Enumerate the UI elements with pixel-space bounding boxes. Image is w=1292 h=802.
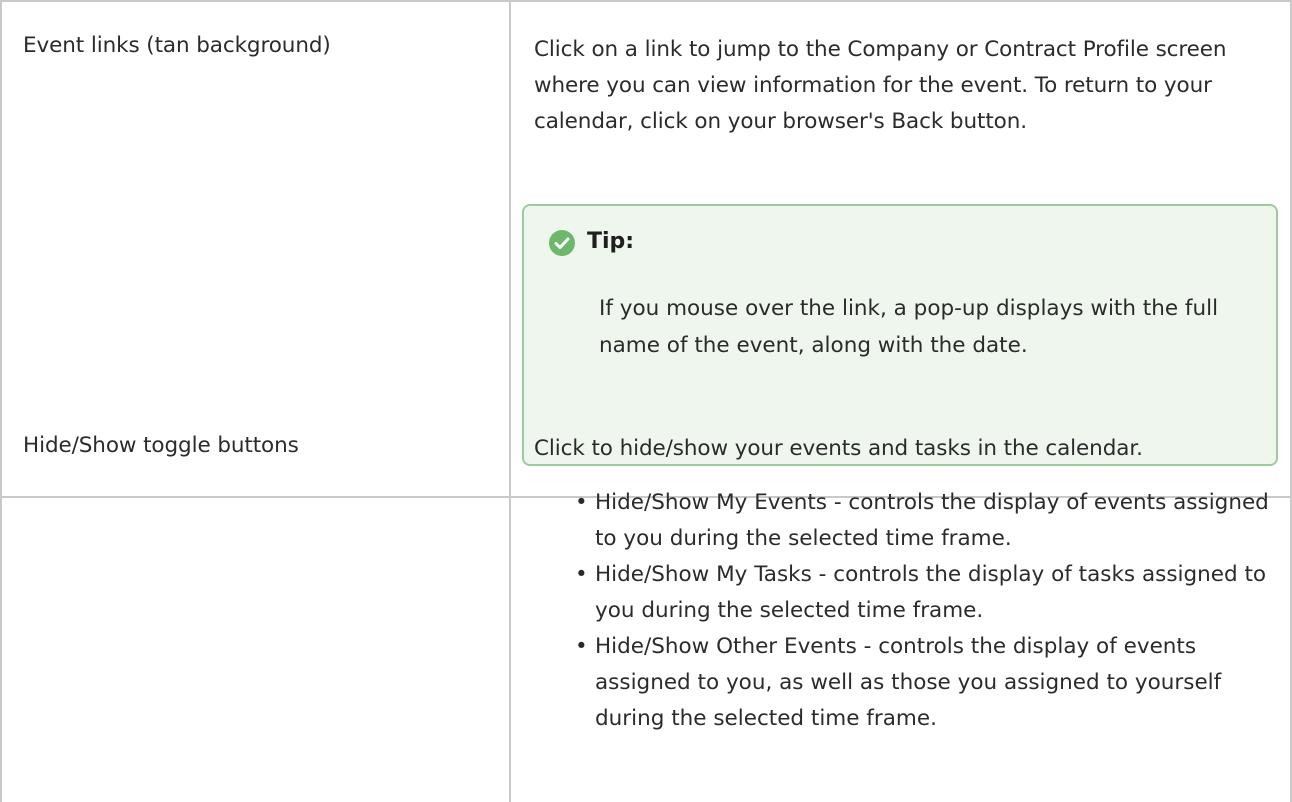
list-item: • Hide/Show My Tasks - controls the disp…	[575, 557, 1285, 629]
row-label-event-links: Event links (tan background)	[23, 33, 331, 58]
bullet-icon: •	[575, 490, 588, 515]
check-circle-icon	[549, 230, 575, 256]
tip-text: If you mouse over the link, a pop-up dis…	[599, 296, 1219, 358]
table-top-border	[0, 0, 1292, 2]
bullet-icon: •	[575, 634, 588, 659]
tip-callout: Tip: If you mouse over the link, a pop-u…	[522, 204, 1278, 466]
table-left-border	[0, 0, 2, 802]
list-item-text: Hide/Show My Tasks - controls the displa…	[595, 562, 1267, 623]
row-description-hide-show: Click to hide/show your events and tasks…	[534, 436, 1143, 461]
column-divider	[509, 0, 511, 802]
reference-table: Event links (tan background) Click on a …	[0, 0, 1292, 802]
bullet-icon: •	[575, 562, 588, 587]
toggle-button-list: • Hide/Show My Events - controls the dis…	[575, 485, 1285, 737]
list-item-text: Hide/Show My Events - controls the displ…	[595, 490, 1269, 551]
row-description-event-links: Click on a link to jump to the Company o…	[534, 37, 1227, 134]
tip-title: Tip:	[587, 229, 635, 254]
list-item: • Hide/Show My Events - controls the dis…	[575, 485, 1285, 557]
list-item: • Hide/Show Other Events - controls the …	[575, 629, 1285, 737]
row-label-hide-show: Hide/Show toggle buttons	[23, 433, 299, 458]
list-item-text: Hide/Show Other Events - controls the di…	[595, 634, 1222, 731]
